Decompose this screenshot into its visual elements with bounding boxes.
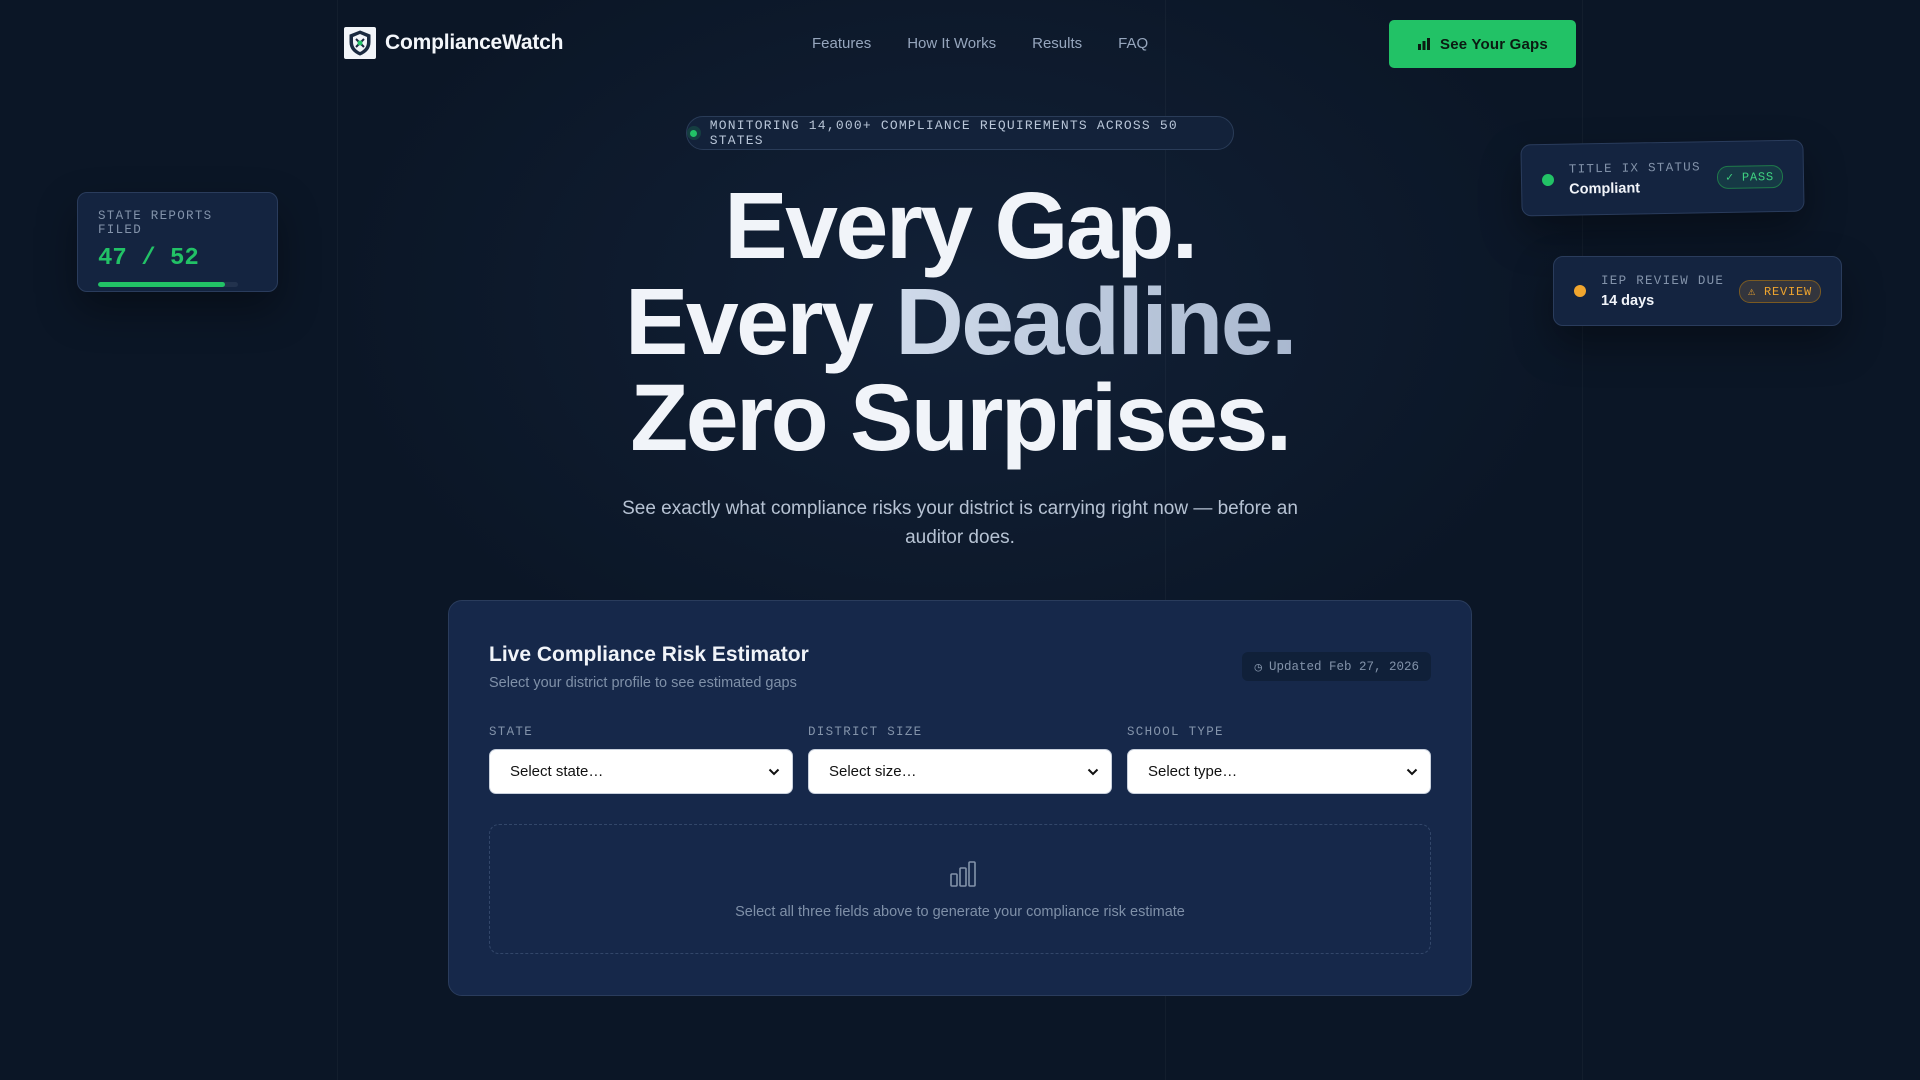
monitoring-text: MONITORING 14,000+ COMPLIANCE REQUIREMEN… xyxy=(709,118,1178,148)
monitoring-pill: MONITORING 14,000+ COMPLIANCE REQUIREMEN… xyxy=(686,116,1234,150)
school-type-field-label: SCHOOL TYPE xyxy=(1127,725,1224,739)
empty-state-message: Select all three fields above to generat… xyxy=(735,904,1185,920)
school-type-select-value: Select type… xyxy=(1148,763,1238,780)
risk-estimator-panel: Live Compliance Risk Estimator Select yo… xyxy=(448,600,1472,996)
state-reports-card: STATE REPORTS FILED 47 / 52 xyxy=(77,192,278,292)
estimator-title: Live Compliance Risk Estimator xyxy=(489,643,809,666)
chevron-down-icon xyxy=(1406,768,1418,775)
title-ix-card: TITLE IX STATUS Compliant ✓ PASS xyxy=(1520,139,1805,217)
updated-badge: ◷ Updated Feb 27, 2026 xyxy=(1242,652,1431,681)
brand-logo[interactable]: ComplianceWatch xyxy=(344,27,563,59)
grid-line xyxy=(337,0,338,1080)
status-dot-icon xyxy=(1541,173,1555,187)
see-your-gaps-button[interactable]: See Your Gaps xyxy=(1389,20,1576,68)
updated-text: Updated Feb 27, 2026 xyxy=(1268,659,1419,674)
status-dot-icon xyxy=(1574,285,1586,297)
district-size-field: DISTRICT SIZE Select size… xyxy=(808,725,1112,794)
headline-line-2-accent: Deadline. xyxy=(895,269,1297,375)
headline-line-3: Zero Surprises. xyxy=(630,365,1292,471)
live-dot-icon xyxy=(687,126,701,140)
bar-chart-icon xyxy=(1418,38,1431,50)
iep-review-value: 14 days xyxy=(1601,292,1655,309)
brand-name: ComplianceWatch xyxy=(385,31,564,54)
state-field-label: STATE xyxy=(489,725,534,739)
state-select-value: Select state… xyxy=(510,763,604,780)
district-size-select[interactable]: Select size… xyxy=(808,749,1112,794)
state-reports-label: STATE REPORTS FILED xyxy=(98,209,213,237)
state-reports-progress-fill xyxy=(98,282,225,287)
chevron-down-icon xyxy=(1087,768,1099,775)
bar-chart-icon xyxy=(950,861,976,887)
hero-subtitle: See exactly what compliance risks your d… xyxy=(622,498,1298,548)
nav-link-features[interactable]: Features xyxy=(812,35,871,52)
headline-line-2-lead: Every xyxy=(624,269,896,375)
title-ix-value: Compliant xyxy=(1569,179,1641,198)
nav-link-how-it-works[interactable]: How It Works xyxy=(907,35,996,52)
nav-links: Features How It Works Results FAQ xyxy=(812,35,1148,52)
district-size-select-value: Select size… xyxy=(829,763,917,780)
top-nav: ComplianceWatch Features How It Works Re… xyxy=(0,20,1920,68)
title-ix-label: TITLE IX STATUS xyxy=(1568,159,1701,177)
iep-review-card: IEP REVIEW DUE 14 days ⚠ REVIEW xyxy=(1553,256,1842,326)
state-reports-progress xyxy=(98,282,238,287)
nav-link-faq[interactable]: FAQ xyxy=(1118,35,1148,52)
shield-logo-icon xyxy=(344,27,376,59)
cta-label: See Your Gaps xyxy=(1440,35,1548,53)
chevron-down-icon xyxy=(768,768,780,775)
clock-icon: ◷ xyxy=(1254,660,1262,675)
school-type-field: SCHOOL TYPE Select type… xyxy=(1127,725,1431,794)
estimator-subtitle: Select your district profile to see esti… xyxy=(489,675,797,691)
estimate-empty-state: Select all three fields above to generat… xyxy=(489,824,1431,954)
school-type-select[interactable]: Select type… xyxy=(1127,749,1431,794)
state-reports-value: 47 / 52 xyxy=(98,245,199,272)
iep-review-label: IEP REVIEW DUE xyxy=(1601,273,1725,288)
state-field: STATE Select state… xyxy=(489,725,793,794)
review-badge: ⚠ REVIEW xyxy=(1738,279,1821,303)
district-size-field-label: DISTRICT SIZE xyxy=(808,725,923,739)
landing-page: ComplianceWatch Features How It Works Re… xyxy=(0,0,1920,1080)
pass-badge: ✓ PASS xyxy=(1716,164,1784,189)
state-select[interactable]: Select state… xyxy=(489,749,793,794)
nav-link-results[interactable]: Results xyxy=(1032,35,1082,52)
